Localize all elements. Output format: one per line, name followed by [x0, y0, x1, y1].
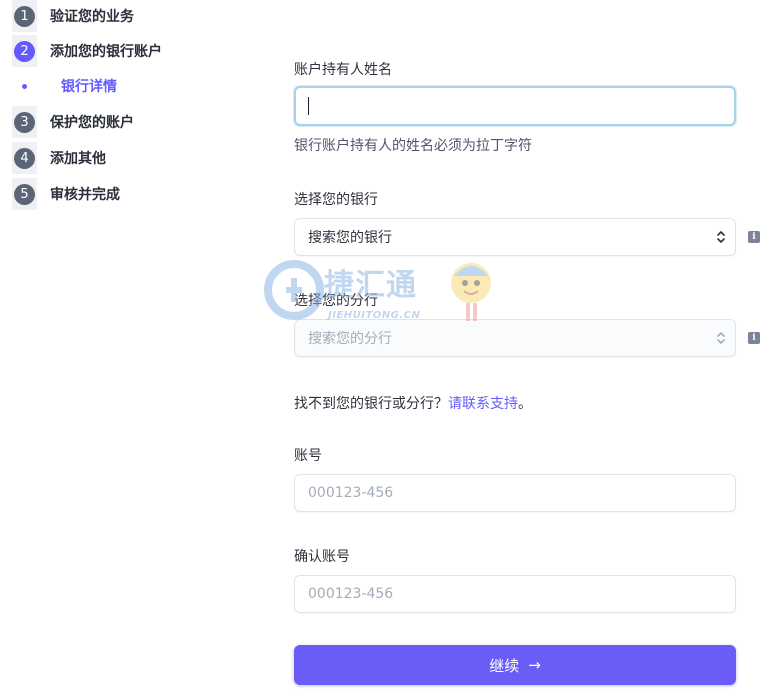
branch-label: 选择您的分行	[294, 293, 378, 309]
step-2[interactable]: 2 添加您的银行账户	[12, 35, 162, 67]
cant-find-text: 找不到您的银行或分行？	[294, 396, 448, 412]
step-number: 2	[14, 40, 35, 62]
confirm-account-placeholder: 000123-456	[308, 586, 394, 602]
step-number: 4	[14, 147, 35, 169]
account-holder-help-text: 银行账户持有人的姓名必须为拉丁字符	[294, 138, 532, 154]
current-substep-dot-icon	[22, 83, 27, 89]
step-5[interactable]: 5 审核并完成	[12, 178, 120, 210]
step-number: 1	[14, 5, 35, 27]
branch-select[interactable]: 搜索您的分行	[294, 319, 736, 357]
substep-bank-details[interactable]: 银行详情	[12, 75, 117, 97]
step-label: 验证您的业务	[50, 9, 134, 25]
arrow-right-icon: →	[528, 656, 541, 674]
bank-select-placeholder: 搜索您的银行	[308, 230, 392, 246]
branch-select-placeholder: 搜索您的分行	[308, 331, 392, 347]
step-number: 5	[14, 183, 35, 205]
step-4[interactable]: 4 添加其他	[12, 142, 106, 174]
cant-find-bank-text: 找不到您的银行或分行？请联系支持。	[294, 393, 532, 413]
bank-select[interactable]: 搜索您的银行	[294, 218, 736, 256]
step-3[interactable]: 3 保护您的账户	[12, 106, 134, 138]
bank-label: 选择您的银行	[294, 192, 378, 208]
contact-support-link[interactable]: 请联系支持	[448, 396, 518, 412]
step-label: 审核并完成	[50, 187, 120, 203]
account-holder-input[interactable]	[294, 86, 736, 126]
bank-info-icon[interactable]: i	[748, 231, 760, 243]
step-number: 3	[14, 111, 35, 133]
step-label: 添加其他	[50, 151, 106, 167]
continue-button[interactable]: 继续 →	[294, 645, 736, 685]
account-holder-label: 账户持有人姓名	[294, 62, 392, 78]
confirm-account-label: 确认账号	[294, 549, 350, 565]
cant-find-suffix: 。	[518, 396, 532, 412]
mascot-icon	[451, 263, 491, 321]
continue-label: 继续	[489, 656, 520, 675]
step-label: 添加您的银行账户	[50, 44, 162, 60]
step-1[interactable]: 1 验证您的业务	[12, 0, 134, 32]
account-number-label: 账号	[294, 448, 322, 464]
account-number-placeholder: 000123-456	[308, 485, 394, 501]
confirm-account-input[interactable]: 000123-456	[294, 575, 736, 613]
step-label: 保护您的账户	[50, 115, 134, 131]
text-caret	[308, 97, 309, 115]
substep-label: 银行详情	[61, 79, 117, 95]
account-number-input[interactable]: 000123-456	[294, 474, 736, 512]
branch-info-icon[interactable]: i	[748, 332, 760, 344]
chevron-up-down-icon	[717, 231, 725, 243]
chevron-up-down-icon	[717, 332, 725, 344]
